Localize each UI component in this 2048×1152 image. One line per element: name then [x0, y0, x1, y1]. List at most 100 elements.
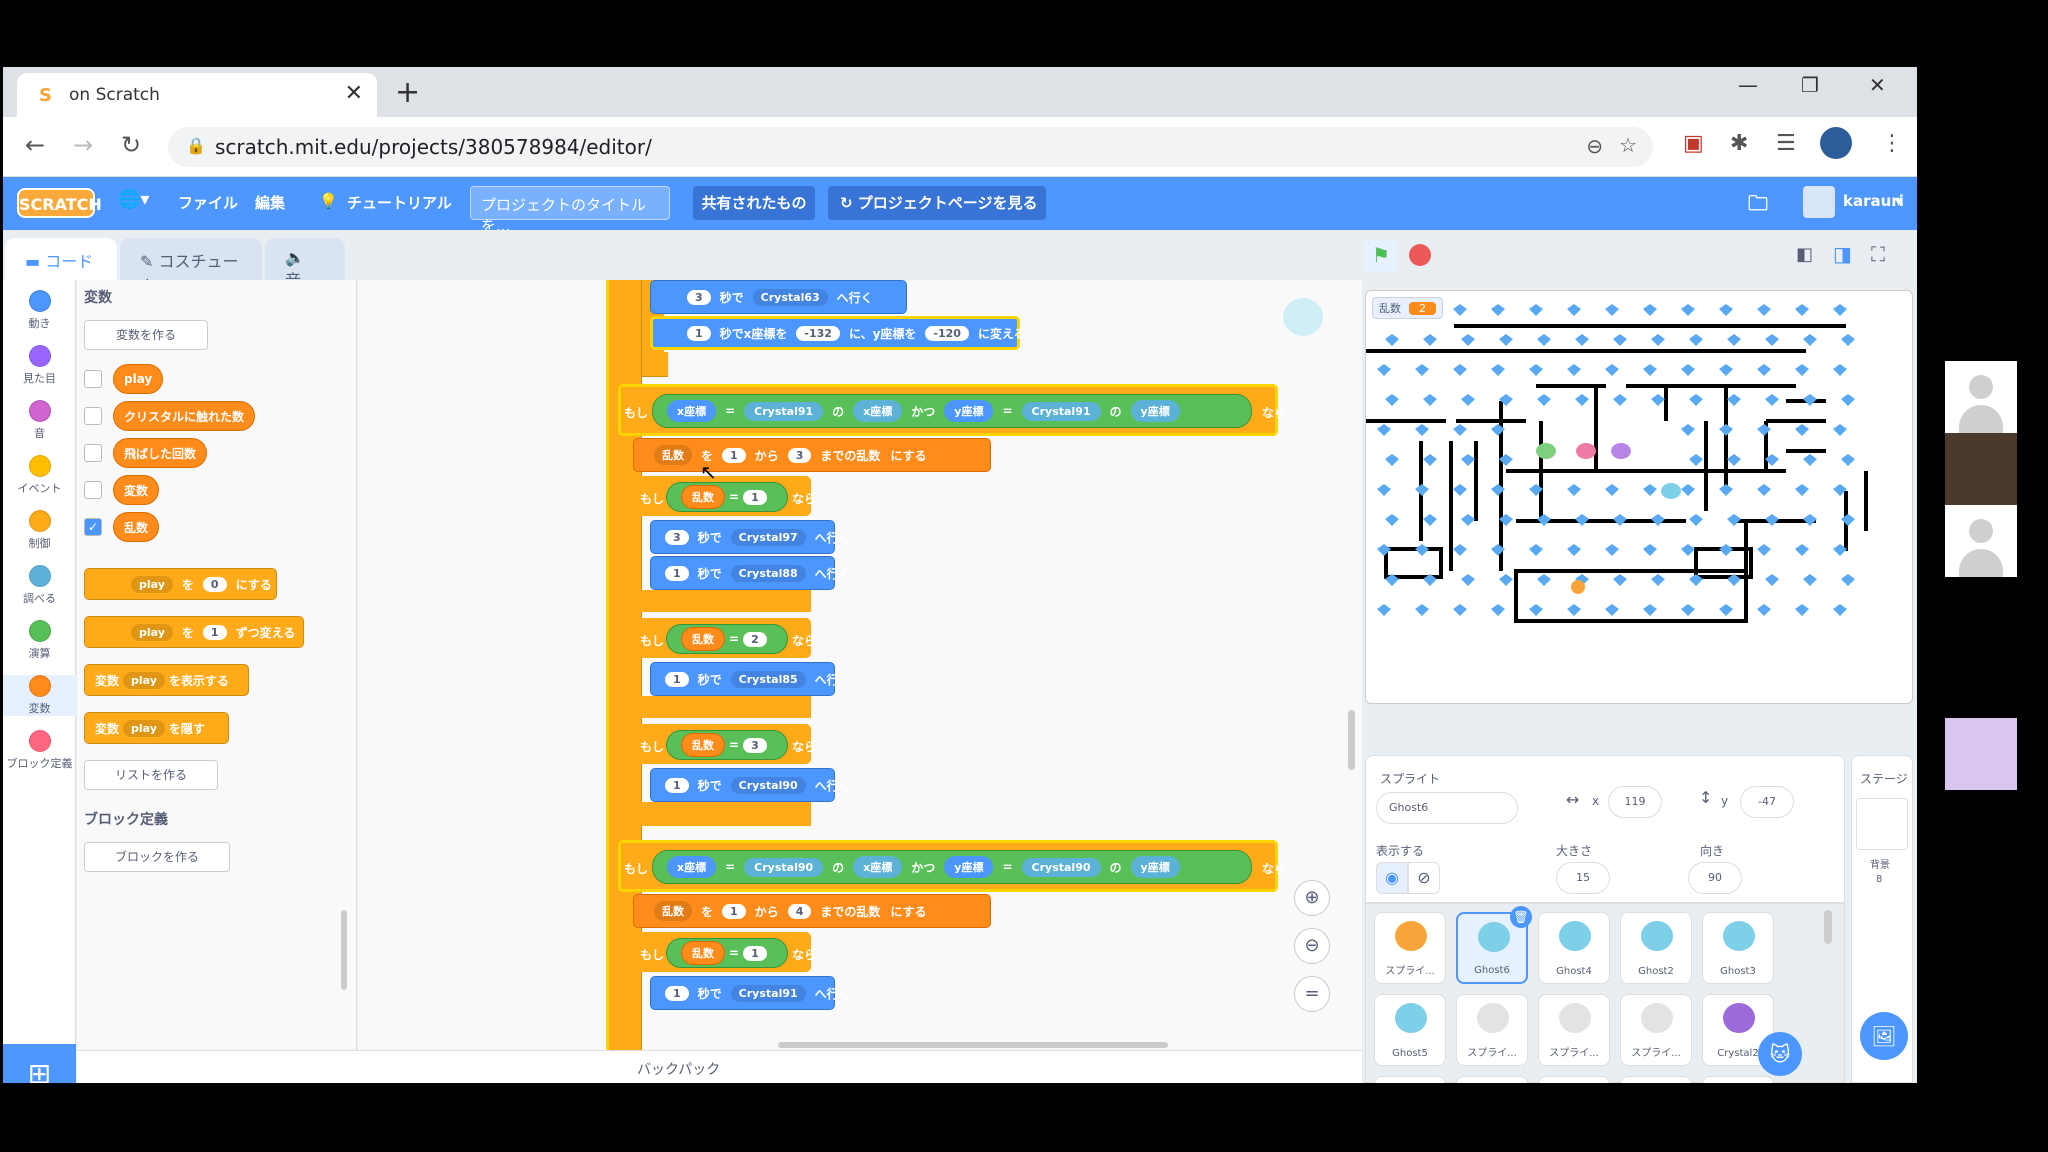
extension-pocket-icon[interactable]: ▣ — [1683, 131, 1704, 156]
glide-crystal90-block[interactable]: 1 秒で Crystal90 へ行く — [650, 768, 851, 802]
and-condition-2[interactable]: x座標 = Crystal90 の x座標 かつ y座標 = Crystal90 の y座標 — [652, 850, 1252, 884]
category-item[interactable]: 変数 — [3, 675, 76, 716]
category-item[interactable]: イベント — [3, 455, 76, 496]
tab-costume[interactable]: ✎ コスチューム — [120, 238, 262, 295]
glide-xy-block[interactable]: 1 秒でx座標を -132 に、y座標を -120 に変える — [650, 316, 1026, 350]
more-menu-icon[interactable]: ⋮ — [1881, 131, 1903, 156]
stage[interactable]: 乱数 2 — [1365, 290, 1913, 704]
equals-condition-1[interactable]: 乱数 = 1 — [666, 482, 788, 512]
sprite-list-scrollbar[interactable] — [1824, 910, 1832, 944]
sprite-tile[interactable]: Ghost4 — [1538, 912, 1610, 984]
sprite-tile[interactable]: スプライ... — [1538, 994, 1610, 1066]
tab-code[interactable]: ▬ コード — [5, 238, 117, 280]
hide-eye-icon[interactable]: ⊘ — [1408, 862, 1440, 894]
set-random-block-2[interactable]: 乱数を 1 から 4 までの乱数 にする — [633, 894, 991, 928]
workspace-horizontal-scrollbar[interactable] — [778, 1042, 1168, 1048]
set-variable-block[interactable]: play を 0 にする — [84, 568, 277, 600]
forward-icon[interactable]: → — [73, 131, 93, 159]
tab-sound[interactable]: 🔈 音 — [265, 238, 345, 290]
omnibox[interactable]: 🔒 scratch.mit.edu/projects/380578984/edi… — [168, 127, 1653, 167]
variable-checkbox[interactable] — [84, 444, 102, 462]
add-extension-button[interactable]: ⊞ — [3, 1044, 76, 1083]
code-workspace[interactable]: 3 秒で Crystal63 へ行く 1 秒でx座標を -132 に、y座標を -120 に変え… — [358, 280, 1362, 1050]
glide-crystal85-block[interactable]: 1 秒で Crystal85 へ行く — [650, 662, 851, 696]
sprite-tile[interactable]: Crystal8 — [1620, 1076, 1692, 1083]
profile-avatar-icon[interactable] — [1820, 127, 1852, 159]
direction-input[interactable]: 90 — [1688, 862, 1742, 894]
show-variable-block[interactable]: 変数 play を表示する — [84, 664, 249, 696]
palette-scrollbar[interactable] — [341, 910, 347, 990]
language-globe-icon[interactable]: 🌐▾ — [118, 189, 149, 210]
zoom-icon[interactable]: ⊖ — [1586, 134, 1603, 158]
add-sprite-icon[interactable]: 🐱 — [1758, 1032, 1802, 1076]
fullscreen-icon[interactable]: ⛶ — [1871, 242, 1885, 266]
variable-checkbox[interactable] — [84, 481, 102, 499]
menu-edit[interactable]: 編集 — [255, 192, 285, 213]
sprite-name-input[interactable]: Ghost6 — [1376, 792, 1518, 824]
category-item[interactable]: 調べる — [3, 565, 76, 606]
close-window-icon[interactable]: ✕ — [1869, 73, 1886, 97]
shared-button[interactable]: 共有されたもの — [693, 186, 815, 220]
media-control-icon[interactable]: ☰ — [1776, 131, 1796, 156]
sprite-tile[interactable]: Ghost6 🗑 — [1456, 906, 1532, 984]
sprite-tile[interactable]: Crystal — [1374, 1076, 1446, 1083]
zoom-out-icon[interactable]: ⊖ — [1294, 928, 1330, 964]
variable-reporter[interactable]: 乱数 — [113, 512, 160, 542]
x-input[interactable]: 119 — [1608, 786, 1662, 818]
sprite-tile[interactable]: スプライ... — [1456, 994, 1528, 1066]
large-stage-icon[interactable]: ◨ — [1833, 242, 1852, 266]
variable-checkbox[interactable] — [84, 407, 102, 425]
equals-condition-3[interactable]: 乱数 = 3 — [666, 730, 788, 760]
glide-block[interactable]: 3 秒で Crystal63 へ行く — [650, 280, 907, 314]
category-item[interactable]: ブロック定義 — [3, 730, 76, 771]
sprite-tile[interactable]: Crystal7 — [1538, 1076, 1610, 1083]
user-menu-caret-icon[interactable]: ▾ — [1895, 192, 1903, 210]
stage-maze-canvas[interactable] — [1366, 291, 1913, 704]
hide-variable-block[interactable]: 変数 play を隠す — [84, 712, 229, 744]
small-stage-icon[interactable]: ◧ — [1796, 244, 1813, 265]
make-list-button[interactable]: リストを作る — [84, 760, 218, 790]
category-item[interactable]: 見た目 — [3, 345, 76, 386]
variable-checkbox[interactable]: ✓ — [84, 518, 102, 536]
category-item[interactable]: 演算 — [3, 620, 76, 661]
backpack-bar[interactable]: バックパック — [77, 1050, 1362, 1083]
sprite-tile[interactable]: スプライ... — [1620, 994, 1692, 1066]
sprite-tile[interactable]: Ghost2 — [1620, 912, 1692, 984]
variable-reporter[interactable]: 飛ばした回数 — [113, 438, 208, 468]
variable-checkbox[interactable] — [84, 370, 102, 388]
add-backdrop-icon[interactable]: 🖼 — [1860, 1012, 1908, 1060]
delete-sprite-icon[interactable]: 🗑 — [1510, 906, 1532, 928]
menu-tutorial[interactable]: チュートリアル — [347, 192, 452, 213]
equals-condition-4[interactable]: 乱数 = 1 — [666, 938, 788, 968]
user-avatar[interactable] — [1803, 186, 1835, 218]
project-title-input[interactable]: プロジェクトのタイトルを... — [470, 186, 670, 235]
restore-icon[interactable]: ❐ — [1801, 73, 1819, 97]
glide-crystal97-block[interactable]: 3 秒で Crystal97 へ行く — [650, 520, 851, 554]
category-item[interactable]: 音 — [3, 400, 76, 441]
and-condition[interactable]: x座標 = Crystal91 の x座標 かつ y座標 = Crystal91 の y座標 — [652, 394, 1252, 428]
scratch-logo[interactable]: SCRATCH — [17, 188, 102, 218]
category-item[interactable]: 制御 — [3, 510, 76, 551]
menu-file[interactable]: ファイル — [178, 192, 238, 213]
change-variable-block[interactable]: play を 1 ずつ変える — [84, 616, 304, 648]
workspace-vertical-scrollbar[interactable] — [1348, 710, 1355, 770]
bookmark-star-icon[interactable]: ☆ — [1619, 133, 1637, 157]
minimize-icon[interactable]: — — [1738, 73, 1758, 97]
make-block-button[interactable]: ブロックを作る — [84, 842, 230, 872]
category-item[interactable]: 動き — [3, 290, 76, 331]
my-stuff-folder-icon[interactable]: 🗀 — [1748, 189, 1768, 223]
close-tab-icon[interactable]: ✕ — [345, 81, 363, 106]
stage-target-panel[interactable]: ステージ 背景 8 🖼 — [1851, 755, 1913, 1083]
glide-crystal88-block[interactable]: 1 秒で Crystal88 へ行く — [650, 556, 851, 590]
y-input[interactable]: -47 — [1740, 786, 1794, 818]
reload-icon[interactable]: ↻ — [121, 131, 141, 159]
sprite-tile[interactable]: Ghost5 — [1374, 994, 1446, 1066]
zoom-reset-icon[interactable]: = — [1294, 976, 1330, 1012]
make-variable-button[interactable]: 変数を作る — [84, 320, 208, 350]
size-input[interactable]: 15 — [1556, 862, 1610, 894]
extensions-puzzle-icon[interactable]: ✱ — [1730, 131, 1748, 156]
variable-reporter[interactable]: クリスタルに触れた数 — [113, 401, 256, 431]
stage-thumbnail[interactable] — [1856, 798, 1908, 850]
glide-crystal91-block[interactable]: 1 秒で Crystal91 へ行く — [650, 976, 851, 1010]
back-icon[interactable]: ← — [25, 131, 45, 159]
